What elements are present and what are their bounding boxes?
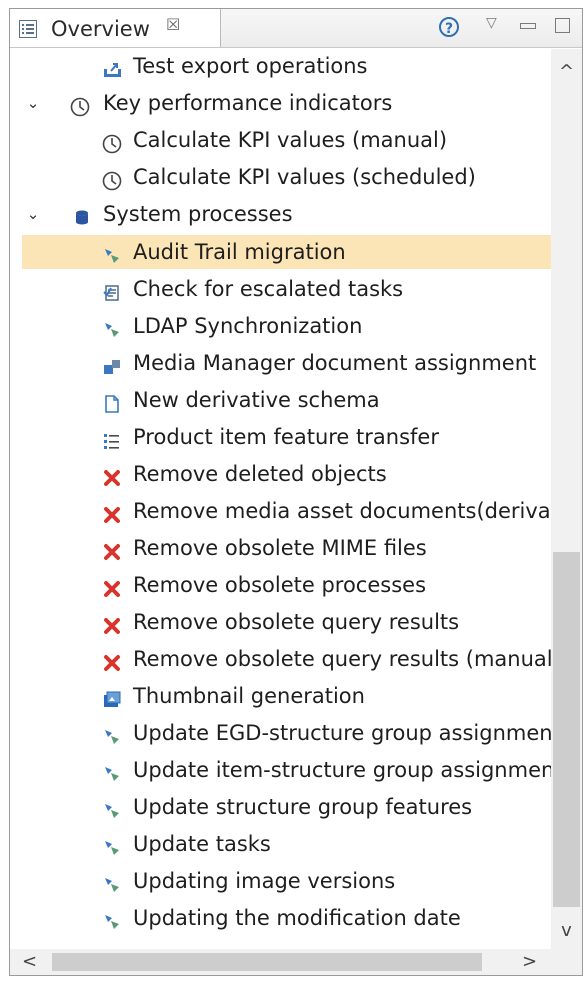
horizontal-scrollbar[interactable]: < > xyxy=(10,949,582,975)
remove-icon xyxy=(102,464,122,486)
tree-item-remove-obsolete-query-results-manual[interactable]: Remove obsolete query results (manual) xyxy=(22,642,551,676)
tree-item-label: Remove obsolete query results (manual) xyxy=(133,647,551,671)
tree-item-media-manager-document-assignment[interactable]: Media Manager document assignment xyxy=(22,346,551,380)
tree-item-label: Audit Trail migration xyxy=(133,240,346,264)
help-button[interactable]: ? xyxy=(439,17,459,37)
tree-item-label: Calculate KPI values (manual) xyxy=(133,128,448,152)
tree-item-check-escalated-tasks[interactable]: Check for escalated tasks xyxy=(22,272,551,306)
horizontal-scroll-thumb[interactable] xyxy=(52,953,482,971)
remove-icon xyxy=(102,649,122,671)
process-icon xyxy=(102,908,122,929)
tree-item-ldap-synchronization[interactable]: LDAP Synchronization xyxy=(22,309,551,343)
view-menu-icon[interactable]: ▽ xyxy=(486,15,497,31)
clock-icon xyxy=(102,130,122,154)
process-tree: Test export operations ⌄ Key performance… xyxy=(10,49,551,949)
close-icon[interactable]: ☒ xyxy=(166,15,180,34)
minimize-button[interactable] xyxy=(520,23,536,29)
remove-icon xyxy=(102,612,122,634)
tree-item-label: Product item feature transfer xyxy=(133,425,439,449)
process-icon xyxy=(102,760,122,781)
tree-item-remove-obsolete-query-results[interactable]: Remove obsolete query results xyxy=(22,605,551,639)
scroll-right-icon[interactable]: > xyxy=(522,951,537,972)
scroll-up-icon[interactable]: ^ xyxy=(551,61,582,82)
scroll-left-icon[interactable]: < xyxy=(22,951,37,972)
tree-item-updating-image-versions[interactable]: Updating image versions xyxy=(22,864,551,898)
process-icon xyxy=(102,316,122,337)
tree-item-test-export-operations[interactable]: Test export operations xyxy=(22,49,551,83)
tree-item-label: Test export operations xyxy=(133,54,368,78)
tree-item-calculate-kpi-manual[interactable]: Calculate KPI values (manual) xyxy=(22,123,551,157)
tree-item-label: Check for escalated tasks xyxy=(133,277,404,301)
tree-item-label: Key performance indicators xyxy=(103,91,393,115)
maximize-button[interactable] xyxy=(555,18,570,33)
tree-item-key-performance-indicators[interactable]: ⌄ Key performance indicators xyxy=(22,86,551,120)
tree-item-label: Remove deleted objects xyxy=(133,462,387,486)
tree-item-remove-deleted-objects[interactable]: Remove deleted objects xyxy=(22,457,551,491)
tree-item-calculate-kpi-scheduled[interactable]: Calculate KPI values (scheduled) xyxy=(22,160,551,194)
tree-item-update-tasks[interactable]: Update tasks xyxy=(22,827,551,861)
tree-item-label: Remove obsolete query results xyxy=(133,610,460,634)
tree-item-product-item-feature-transfer[interactable]: Product item feature transfer xyxy=(22,420,551,454)
chevron-down-icon[interactable]: ⌄ xyxy=(22,197,44,231)
tree-item-remove-obsolete-processes[interactable]: Remove obsolete processes xyxy=(22,568,551,602)
tree-item-label: Remove obsolete MIME files xyxy=(133,536,427,560)
tree-item-new-derivative-schema[interactable]: New derivative schema xyxy=(22,383,551,417)
overview-tab[interactable]: Overview ☒ xyxy=(10,9,221,47)
tree-item-update-egd-structure-group-assignment[interactable]: Update EGD-structure group assignment xyxy=(22,716,551,750)
document-icon xyxy=(102,390,122,413)
tree-item-update-item-structure-group-assignment[interactable]: Update item-structure group assignment xyxy=(22,753,551,787)
remove-icon xyxy=(102,575,122,597)
tree-item-label: Update tasks xyxy=(133,832,271,856)
tree-item-label: Remove obsolete processes xyxy=(133,573,427,597)
tree-item-system-processes[interactable]: ⌄ System processes xyxy=(22,197,551,231)
scroll-down-icon[interactable]: v xyxy=(551,920,582,941)
tree-item-label: Updating the modification date xyxy=(133,906,461,930)
tree-item-thumbnail-generation[interactable]: Thumbnail generation xyxy=(22,679,551,713)
tree-item-update-structure-group-features[interactable]: Update structure group features xyxy=(22,790,551,824)
chevron-down-icon[interactable]: ⌄ xyxy=(22,86,44,120)
clock-icon xyxy=(102,167,122,191)
tree-item-label: Calculate KPI values (scheduled) xyxy=(133,165,476,189)
export-icon xyxy=(102,56,122,77)
tree-item-label: Thumbnail generation xyxy=(133,684,365,708)
tree-item-label: Updating image versions xyxy=(133,869,396,893)
overview-view: Overview ☒ ? ▽ Test export operations ⌄ … xyxy=(9,8,583,976)
list-icon xyxy=(102,427,122,449)
tree-item-remove-obsolete-mime-files[interactable]: Remove obsolete MIME files xyxy=(22,531,551,565)
tree-item-label: Update structure group features xyxy=(133,795,473,819)
process-icon xyxy=(102,723,122,744)
process-icon xyxy=(102,871,122,892)
remove-icon xyxy=(102,538,122,560)
view-tab-bar: Overview ☒ ? ▽ xyxy=(10,9,582,48)
tree-item-audit-trail-migration[interactable]: Audit Trail migration xyxy=(22,235,551,269)
remove-icon xyxy=(102,501,122,523)
tree-item-label: Update item-structure group assignment xyxy=(133,758,551,782)
media-icon xyxy=(102,353,122,374)
process-icon xyxy=(102,797,122,818)
process-icon xyxy=(102,834,122,855)
task-icon xyxy=(102,279,122,301)
tree-item-remove-media-asset-documents[interactable]: Remove media asset documents(derivat xyxy=(22,494,551,528)
clock-icon xyxy=(70,93,90,117)
tree-item-label: LDAP Synchronization xyxy=(133,314,363,338)
outline-icon xyxy=(18,19,38,43)
vertical-scrollbar[interactable]: ^ v xyxy=(551,49,582,949)
tree-item-label: Update EGD-structure group assignment xyxy=(133,721,551,745)
tree-item-label: Remove media asset documents(derivat xyxy=(133,499,551,523)
vertical-scroll-thumb[interactable] xyxy=(553,552,580,907)
process-icon xyxy=(102,242,122,263)
database-icon xyxy=(72,204,92,225)
tree-item-label: Media Manager document assignment xyxy=(133,351,537,375)
tab-title: Overview xyxy=(51,17,150,41)
thumbnail-icon xyxy=(102,686,122,707)
tree-item-label: System processes xyxy=(103,202,293,226)
tree-item-updating-modification-date[interactable]: Updating the modification date xyxy=(22,901,551,935)
tree-item-label: New derivative schema xyxy=(133,388,380,412)
